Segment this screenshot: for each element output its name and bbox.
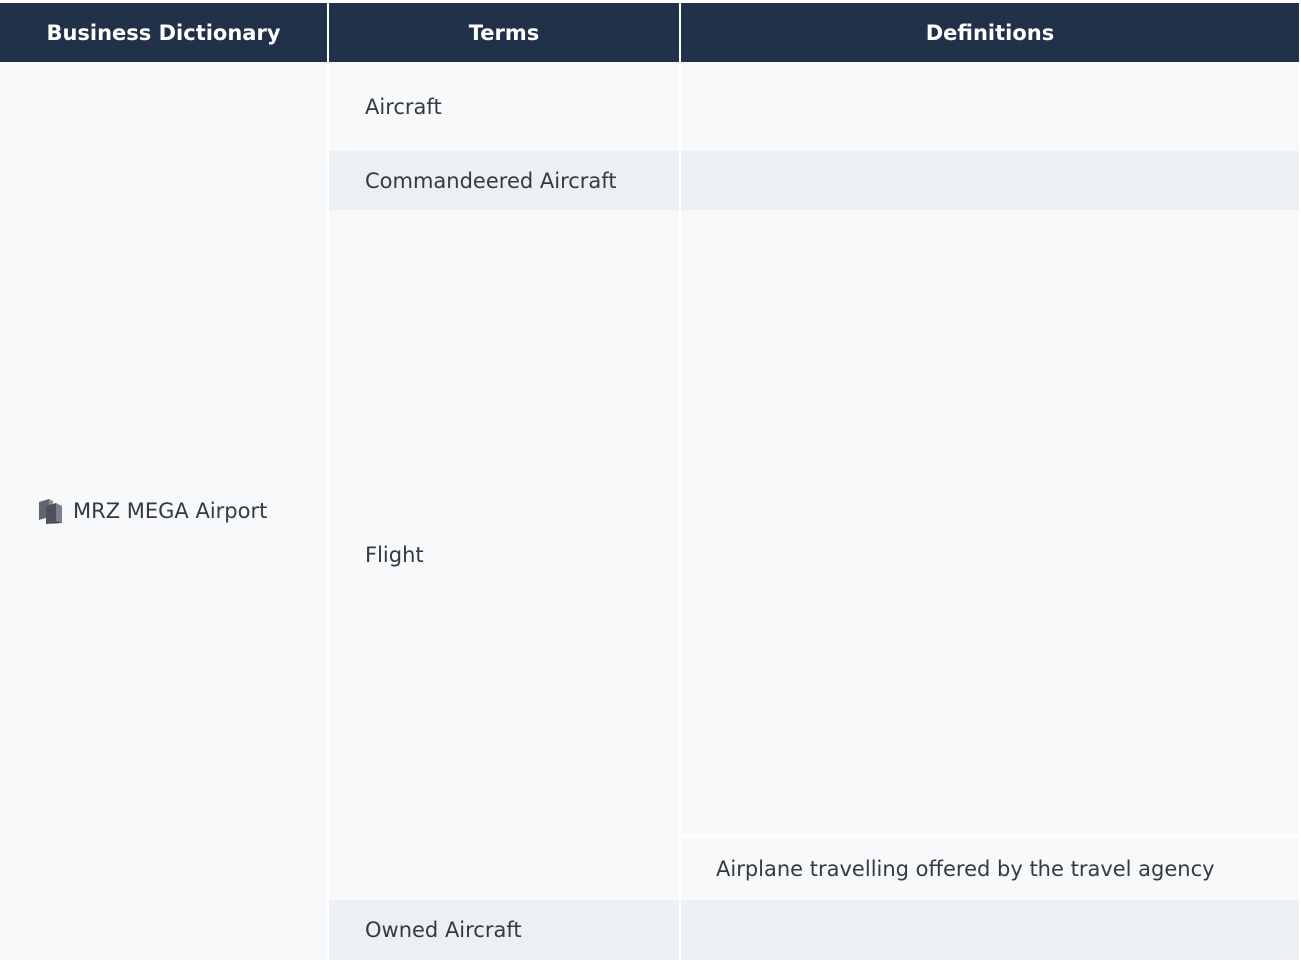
column-header-terms[interactable]: Terms xyxy=(329,3,679,62)
term-label[interactable]: Flight xyxy=(365,543,424,567)
term-label[interactable]: Aircraft xyxy=(365,95,442,119)
column-header-definitions[interactable]: Definitions xyxy=(681,3,1299,62)
definition-text: Airplane travelling offered by the trave… xyxy=(716,857,1215,881)
definition-cell-aircraft xyxy=(681,62,1299,151)
term-cell-owned-aircraft[interactable]: Owned Aircraft xyxy=(329,900,679,960)
definition-cell-owned-aircraft xyxy=(681,900,1299,960)
dictionary-book-icon xyxy=(37,498,64,524)
term-cell-aircraft[interactable]: Aircraft xyxy=(329,62,679,151)
dictionary-name[interactable]: MRZ MEGA Airport xyxy=(73,499,267,523)
definition-cell-flight-2: Airplane travelling offered by the trave… xyxy=(681,837,1299,900)
definition-cell-commandeered-aircraft xyxy=(681,151,1299,210)
term-label[interactable]: Commandeered Aircraft xyxy=(365,169,617,193)
term-label[interactable]: Owned Aircraft xyxy=(365,918,522,942)
definition-cell-flight-1 xyxy=(681,210,1299,835)
column-header-business-dictionary[interactable]: Business Dictionary xyxy=(0,3,327,62)
term-cell-flight[interactable]: Flight xyxy=(329,210,679,900)
business-dictionary-table: Business Dictionary Terms Definitions MR… xyxy=(0,3,1299,960)
dictionary-cell[interactable]: MRZ MEGA Airport xyxy=(0,62,327,960)
term-cell-commandeered-aircraft[interactable]: Commandeered Aircraft xyxy=(329,151,679,210)
